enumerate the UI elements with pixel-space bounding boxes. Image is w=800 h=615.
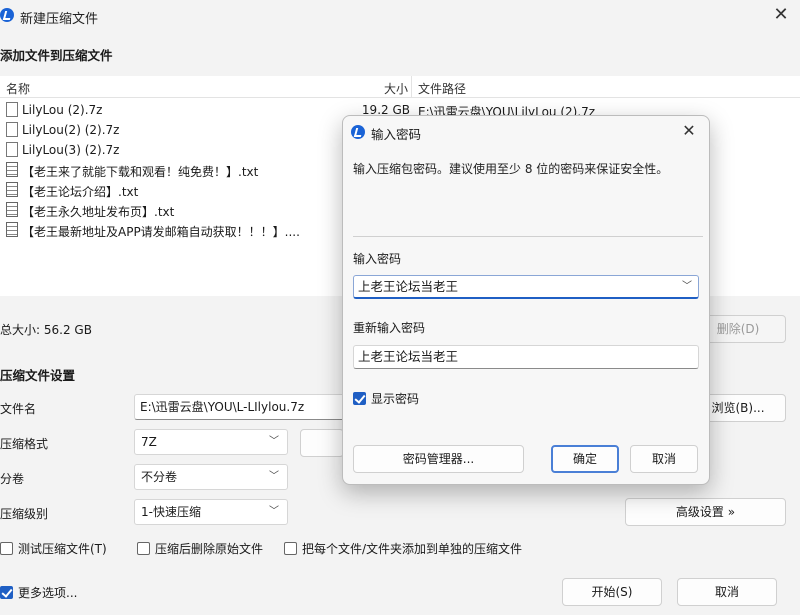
text-file-icon	[6, 182, 18, 197]
start-button[interactable]: 开始(S)	[562, 578, 662, 606]
archive-file-icon	[6, 102, 18, 117]
app-logo-icon	[0, 8, 14, 22]
file-name: 【老王论坛介绍】.txt	[22, 185, 139, 199]
confirm-password-input[interactable]: 上老王论坛当老王	[353, 345, 699, 369]
volume-select[interactable]: 不分卷 ﹀	[134, 464, 288, 490]
password-manager-button[interactable]: 密码管理器...	[353, 445, 524, 473]
archive-settings-heading: 压缩文件设置	[0, 368, 76, 383]
chevron-down-icon[interactable]: ﹀	[682, 276, 692, 298]
file-name: LilyLou (2).7z	[22, 103, 103, 117]
archive-file-icon	[6, 122, 18, 137]
file-name: 【老王来了就能下载和观看！纯免费！】.txt	[22, 165, 259, 179]
column-size[interactable]: 大小	[384, 80, 408, 97]
close-icon[interactable]: ✕	[770, 4, 792, 26]
level-label: 压缩级别	[0, 507, 49, 521]
total-size: 总大小: 56.2 GB	[0, 323, 92, 337]
checkbox-box[interactable]	[284, 542, 297, 555]
window-title: 新建压缩文件	[20, 12, 99, 27]
text-file-icon	[6, 162, 18, 177]
more-options-checkbox[interactable]: 更多选项...	[0, 584, 77, 601]
column-name[interactable]: 名称	[6, 80, 30, 97]
file-name: LilyLou(3) (2).7z	[22, 143, 120, 157]
show-password-label: 显示密码	[371, 392, 420, 406]
delete-source-label: 压缩后删除原始文件	[155, 542, 264, 556]
title-bar: 新建压缩文件 ✕	[0, 0, 800, 32]
level-value: 1-快速压缩	[141, 505, 201, 519]
archive-file-icon	[6, 142, 18, 157]
cancel-button[interactable]: 取消	[677, 578, 777, 606]
divider	[353, 236, 703, 237]
add-files-heading: 添加文件到压缩文件	[0, 48, 113, 63]
volume-value: 不分卷	[141, 470, 178, 484]
column-path[interactable]: 文件路径	[418, 80, 466, 97]
password-label: 输入密码	[353, 252, 402, 266]
volume-label: 分卷	[0, 472, 25, 486]
chevron-down-icon: ﹀	[269, 471, 279, 482]
level-select[interactable]: 1-快速压缩 ﹀	[134, 499, 288, 525]
text-file-icon	[6, 222, 18, 237]
format-value: 7Z	[141, 435, 157, 449]
file-name: 【老王最新地址及APP请发邮箱自动获取！！！】....	[22, 225, 300, 239]
close-icon[interactable]: ✕	[679, 120, 699, 142]
show-password-checkbox[interactable]: 显示密码	[353, 390, 419, 407]
format-label: 压缩格式	[0, 437, 49, 451]
separate-archives-checkbox[interactable]: 把每个文件/文件夹添加到单独的压缩文件	[284, 540, 522, 557]
advanced-settings-button[interactable]: 高级设置 »	[625, 498, 786, 526]
format-options-button[interactable]	[300, 429, 344, 457]
dialog-title: 输入密码	[371, 127, 422, 142]
checkbox-box[interactable]	[0, 542, 13, 555]
delete-source-checkbox[interactable]: 压缩后删除原始文件	[137, 540, 263, 557]
app-logo-icon	[351, 125, 365, 139]
text-file-icon	[6, 202, 18, 217]
separate-archives-label: 把每个文件/文件夹添加到单独的压缩文件	[302, 542, 523, 556]
dialog-description: 输入压缩包密码。建议使用至少 8 位的密码来保证安全性。	[353, 162, 669, 176]
column-divider[interactable]	[411, 76, 412, 98]
file-name: LilyLou(2) (2).7z	[22, 123, 120, 137]
checkbox-checked-box[interactable]	[0, 586, 13, 599]
chevron-down-icon: ﹀	[269, 436, 279, 447]
file-list-header: 名称 大小 文件路径	[0, 76, 800, 98]
dialog-cancel-button[interactable]: 取消	[630, 445, 698, 473]
test-archive-label: 测试压缩文件(T)	[18, 542, 107, 556]
checkbox-box[interactable]	[137, 542, 150, 555]
more-options-label: 更多选项...	[18, 586, 78, 600]
password-dialog: 输入密码 ✕ 输入压缩包密码。建议使用至少 8 位的密码来保证安全性。 输入密码…	[342, 115, 710, 485]
checkbox-checked-box[interactable]	[353, 392, 366, 405]
password-value: 上老王论坛当老王	[358, 279, 459, 294]
file-name: 【老王永久地址发布页】.txt	[22, 205, 175, 219]
test-archive-checkbox[interactable]: 测试压缩文件(T)	[0, 540, 107, 557]
password-input[interactable]: 上老王论坛当老王 ﹀	[353, 275, 699, 299]
filename-label: 文件名	[0, 402, 37, 416]
chevron-down-icon: ﹀	[269, 506, 279, 517]
format-select[interactable]: 7Z ﹀	[134, 429, 288, 455]
confirm-password-label: 重新输入密码	[353, 321, 426, 335]
ok-button[interactable]: 确定	[551, 445, 619, 473]
